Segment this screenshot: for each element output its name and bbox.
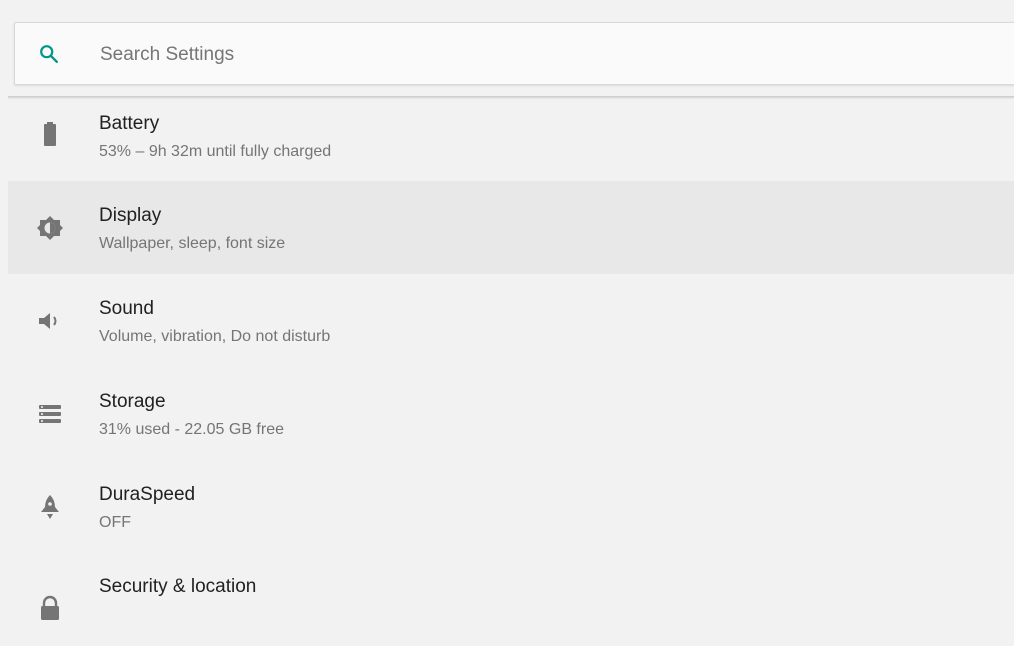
settings-item-sound[interactable]: Sound Volume, vibration, Do not disturb xyxy=(8,274,1014,367)
lock-icon xyxy=(41,595,59,620)
settings-item-title: DuraSpeed xyxy=(99,484,196,505)
storage-icon xyxy=(39,405,61,423)
settings-item-storage[interactable]: Storage 31% used - 22.05 GB free xyxy=(8,367,1014,460)
search-icon xyxy=(40,45,58,63)
rocket-icon xyxy=(41,495,59,519)
battery-icon xyxy=(44,122,56,146)
settings-item-security[interactable]: Security & location xyxy=(8,553,1014,646)
settings-item-display[interactable]: Display Wallpaper, sleep, font size xyxy=(8,181,1014,274)
settings-item-title: Storage xyxy=(99,391,166,412)
settings-item-title: Display xyxy=(99,205,162,226)
settings-item-subtitle: Wallpaper, sleep, font size xyxy=(99,235,286,252)
settings-item-duraspeed[interactable]: DuraSpeed OFF xyxy=(8,460,1014,553)
settings-item-title: Security & location xyxy=(99,576,257,597)
settings-item-subtitle: OFF xyxy=(99,514,131,531)
settings-item-battery[interactable]: Battery 53% – 9h 32m until fully charged xyxy=(8,99,1014,181)
settings-item-subtitle: 31% used - 22.05 GB free xyxy=(99,421,284,438)
volume-icon xyxy=(39,313,57,329)
search-bar[interactable]: Search Settings xyxy=(14,22,1014,85)
settings-item-subtitle: 53% – 9h 32m until fully charged xyxy=(99,143,332,160)
settings-item-title: Sound xyxy=(99,298,154,319)
settings-item-title: Battery xyxy=(99,113,160,134)
settings-list: Battery 53% – 9h 32m until fully charged… xyxy=(8,99,1014,646)
search-input[interactable]: Search Settings xyxy=(100,43,234,67)
brightness-icon xyxy=(37,216,63,240)
settings-item-subtitle: Volume, vibration, Do not disturb xyxy=(99,328,331,345)
